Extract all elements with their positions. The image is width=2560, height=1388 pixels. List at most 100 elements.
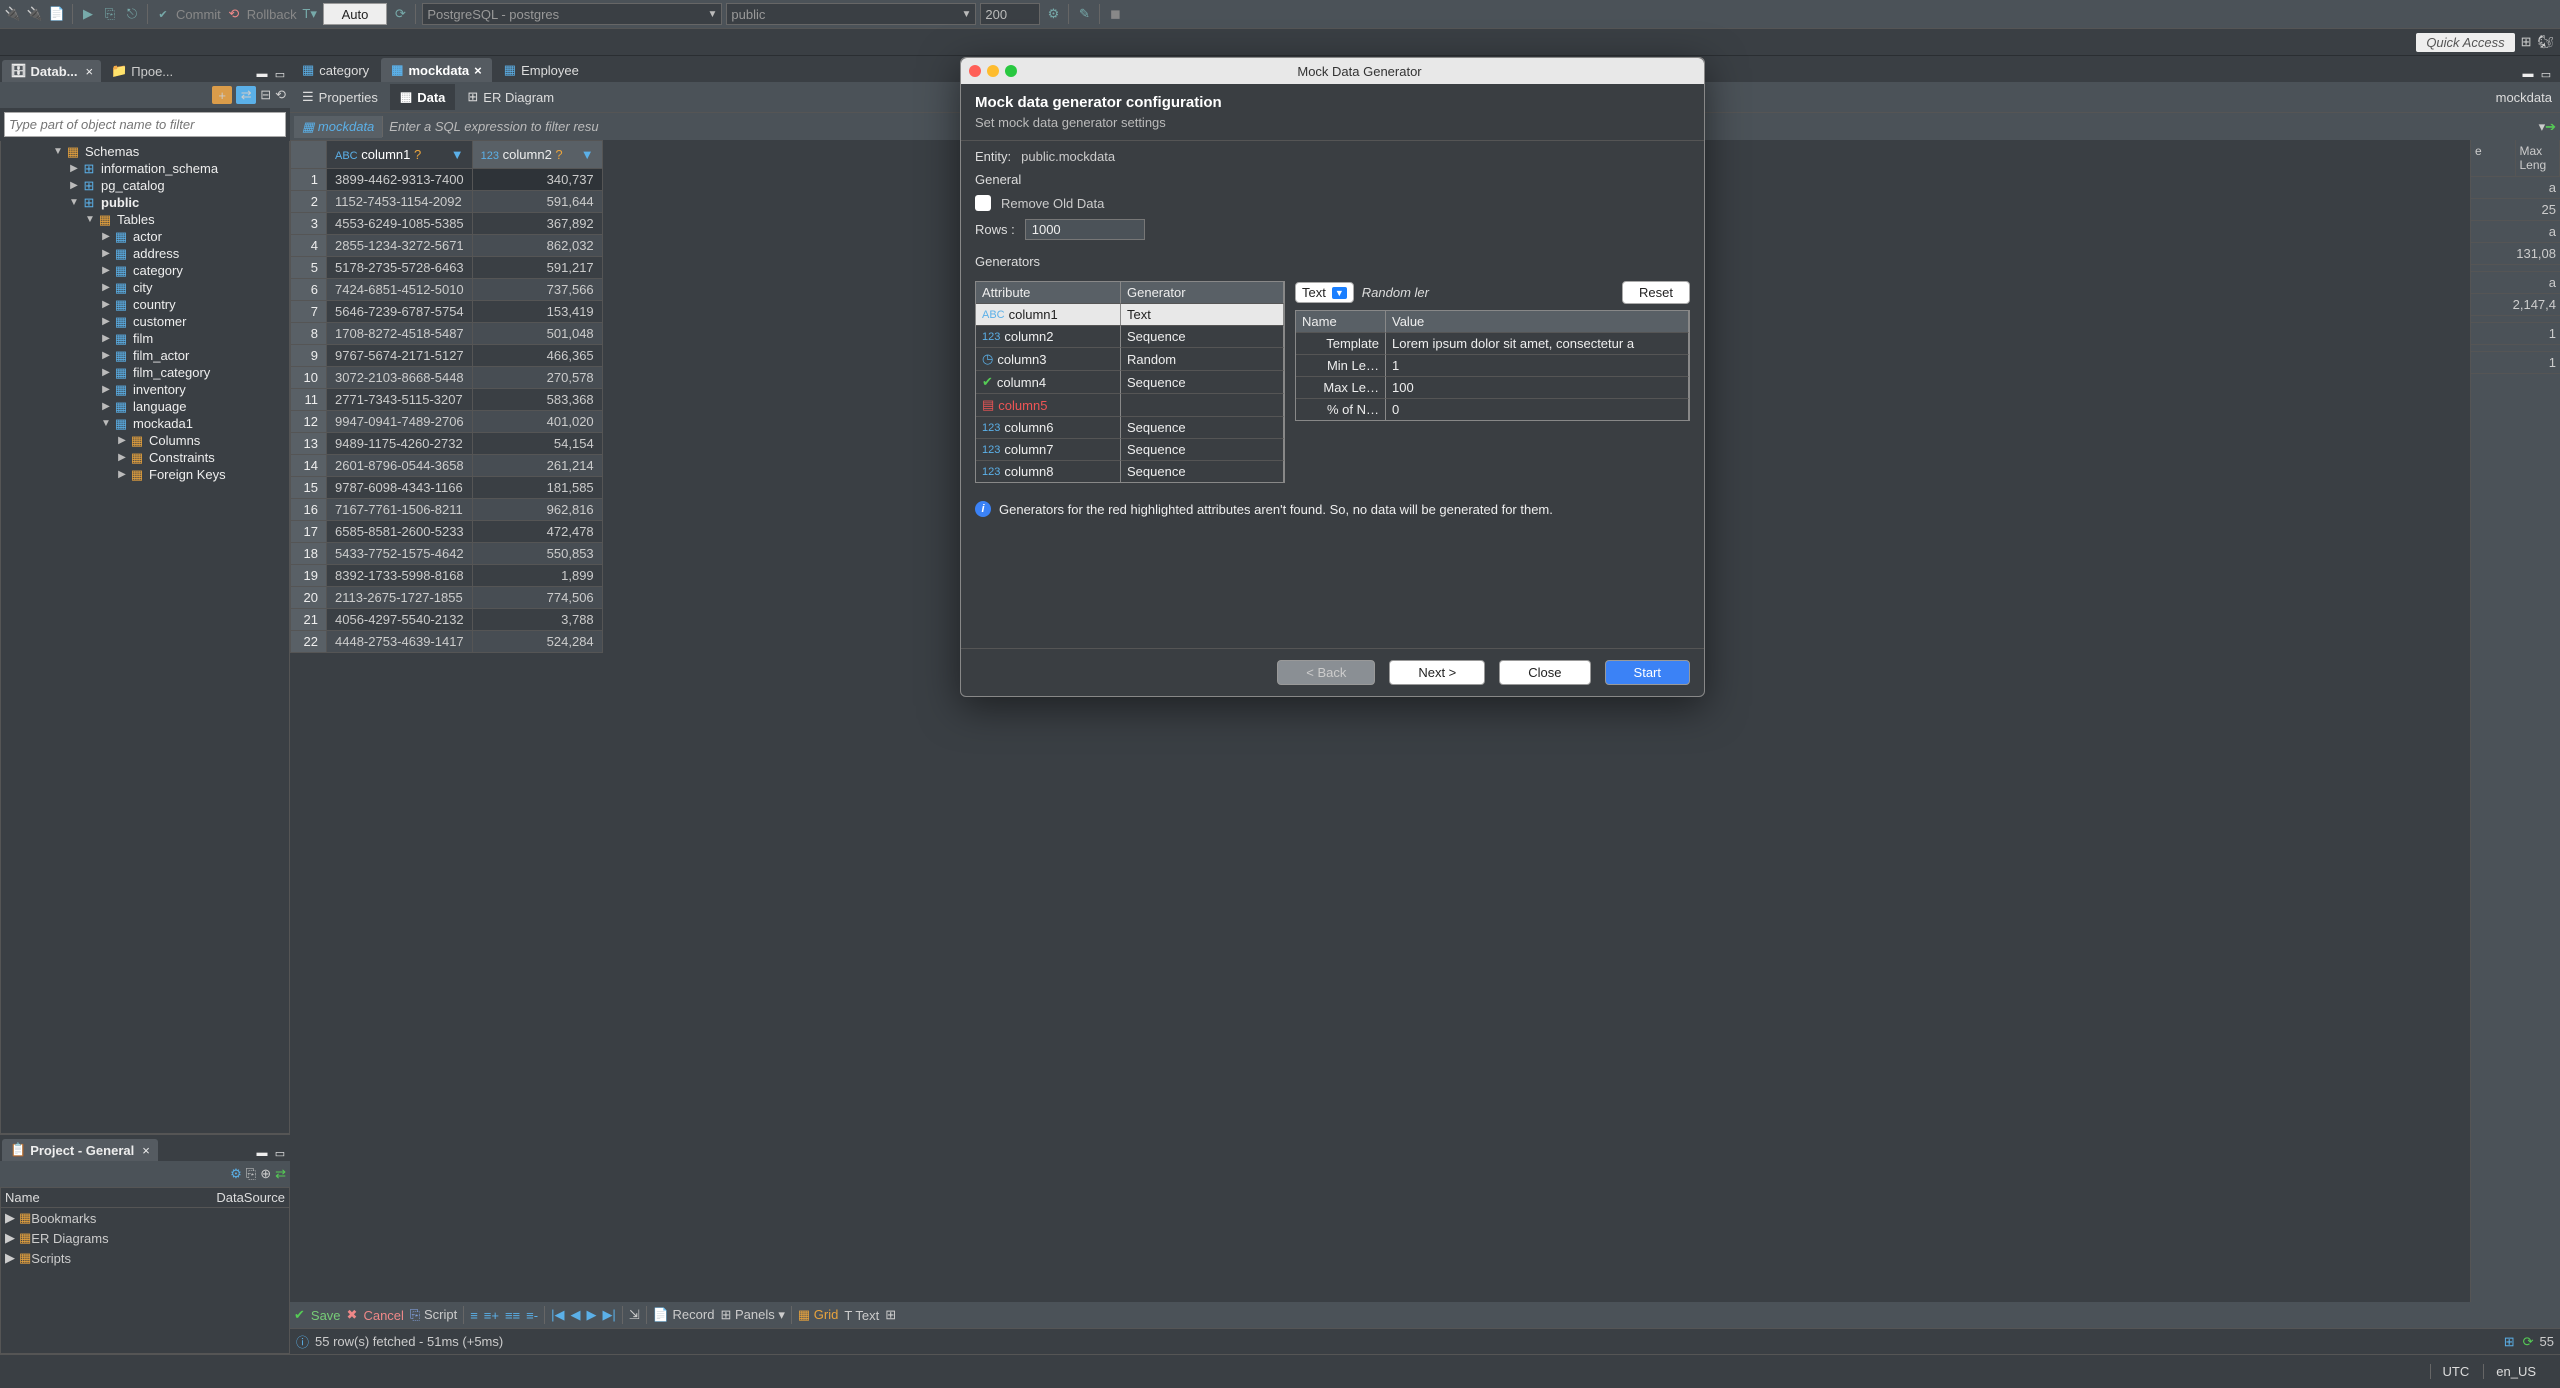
tree-table-film_actor[interactable]: ▶▦film_actor [1,347,289,364]
gear-icon[interactable]: ⚙ [230,1166,242,1182]
script-button[interactable]: ⎘ Script [410,1307,457,1323]
grid-view-button[interactable]: ▦ Grid [798,1307,838,1323]
tab-projects[interactable]: 📁 Прое... [103,60,181,82]
quick-access-button[interactable]: Quick Access [2416,33,2514,52]
rows-limit-input[interactable]: 200 [980,3,1040,25]
text-view-button[interactable]: T Text [844,1308,879,1323]
prev-icon[interactable]: ◀ [570,1307,580,1323]
table-row[interactable]: 99767-5674-2171-5127466,365 [291,345,603,367]
tree-table-actor[interactable]: ▶▦actor [1,228,289,245]
first-icon[interactable]: |◀ [551,1307,564,1323]
refresh-icon[interactable]: ⟳ [391,5,409,23]
save-button[interactable]: Save [311,1308,341,1323]
column-header-2[interactable]: 123 column2 ▼? [472,141,602,169]
generator-row-column6[interactable]: 123column6Sequence [976,416,1284,438]
generator-row-column1[interactable]: ABCcolumn1Text [976,303,1284,325]
tree-pg-catalog[interactable]: ▶⊞pg_catalog [1,177,289,194]
link-icon[interactable]: ⇄ [236,86,256,104]
generator-row-column4[interactable]: ✔column4Sequence [976,370,1284,393]
remove-old-checkbox[interactable] [975,195,991,211]
maximize-icon[interactable]: ▭ [272,1145,288,1161]
prop-row[interactable]: % of N…0 [1296,398,1689,420]
table-row[interactable]: 34553-6249-1085-5385367,892 [291,213,603,235]
dbeaver-icon[interactable]: 🐿 [2537,34,2554,50]
next-button[interactable]: Next > [1389,660,1485,685]
generator-row-column3[interactable]: ◷column3Random [976,347,1284,370]
tree-table-city[interactable]: ▶▦city [1,279,289,296]
column-header-1[interactable]: ABC column1 ▼? [327,141,473,169]
sql-icon[interactable]: 📄 [48,5,66,23]
exec-script-icon[interactable]: ⎘ [101,5,119,23]
table-row[interactable]: 142601-8796-0544-3658261,214 [291,455,603,477]
cancel-icon[interactable]: ✖ [347,1307,358,1323]
close-window-icon[interactable] [969,65,981,77]
edit-row-icon[interactable]: ≡ [470,1308,478,1323]
table-row[interactable]: 185433-7752-1575-4642550,853 [291,543,603,565]
minimize-window-icon[interactable] [987,65,999,77]
tree-table-country[interactable]: ▶▦country [1,296,289,313]
generator-row-column7[interactable]: 123column7Sequence [976,438,1284,460]
tree-table-address[interactable]: ▶▦address [1,245,289,262]
tree-public[interactable]: ▼⊞public [1,194,289,211]
tab-mockdata[interactable]: ▦mockdata× [381,58,492,82]
add-icon[interactable]: ⊕ [260,1166,271,1182]
connection-combo[interactable]: PostgreSQL - postgres▼ [422,3,722,25]
tree-table-customer[interactable]: ▶▦customer [1,313,289,330]
tree-columns[interactable]: ▶▦Columns [1,432,289,449]
table-row[interactable]: 81708-8272-4518-5487501,048 [291,323,603,345]
tree-table-inventory[interactable]: ▶▦inventory [1,381,289,398]
tab-database-navigator[interactable]: 🗄 Datab... × [2,60,101,82]
maximize-icon[interactable]: ▭ [2538,66,2554,82]
minimize-icon[interactable]: ▬ [2520,66,2536,82]
disconnect-icon[interactable]: 🔌 [26,5,44,23]
save-icon[interactable]: ✔ [294,1307,305,1323]
tree-foreign-keys[interactable]: ▶▦Foreign Keys [1,466,289,483]
project-bookmarks[interactable]: ▶▦Bookmarks [1,1208,289,1228]
table-row[interactable]: 224448-2753-4639-1417524,284 [291,631,603,653]
reset-button[interactable]: Reset [1622,281,1690,304]
table-row[interactable]: 21152-7453-1154-2092591,644 [291,191,603,213]
rollback-icon[interactable]: ⟲ [225,5,243,23]
table-row[interactable]: 214056-4297-5540-21323,788 [291,609,603,631]
close-icon[interactable]: × [142,1143,150,1158]
zoom-window-icon[interactable] [1005,65,1017,77]
subtab-data[interactable]: ▦Data [390,84,455,110]
tab-employee[interactable]: ▦Employee [494,58,589,82]
generator-type-select[interactable]: Text▼ [1295,282,1354,303]
copy-icon[interactable]: ⎘ [246,1166,256,1182]
navigator-tree[interactable]: ▼▦Schemas ▶⊞information_schema ▶⊞pg_cata… [0,141,290,1134]
table-crumb[interactable]: ▦ mockdata [294,116,382,138]
export-icon[interactable]: ⇲ [629,1307,640,1323]
subtab-properties[interactable]: ☰Properties [292,84,388,110]
del-row-icon[interactable]: ≡- [526,1308,538,1323]
table-row[interactable]: 103072-2103-8668-5448270,578 [291,367,603,389]
minimize-icon[interactable]: ▬ [254,66,270,82]
table-row[interactable]: 67424-6851-4512-5010737,566 [291,279,603,301]
start-button[interactable]: Start [1605,660,1690,685]
close-button[interactable]: Close [1499,660,1590,685]
record-button[interactable]: 📄 Record [653,1307,715,1323]
tx-mode-icon[interactable]: T▾ [301,5,319,23]
table-row[interactable]: 198392-1733-5998-81681,899 [291,565,603,587]
project-scripts[interactable]: ▶▦Scripts [1,1248,289,1268]
tab-category[interactable]: ▦category [292,58,379,82]
cancel-button[interactable]: Cancel [363,1308,403,1323]
refresh-tree-icon[interactable]: ⟲ [275,87,286,103]
table-row[interactable]: 167167-7761-1506-8211962,816 [291,499,603,521]
close-icon[interactable]: × [474,63,482,78]
new-conn-icon[interactable]: + [212,86,232,104]
prop-row[interactable]: Max Le…100 [1296,376,1689,398]
settings-icon[interactable]: ⚙ [1044,5,1062,23]
dialog-titlebar[interactable]: Mock Data Generator [961,58,1704,84]
rollback-label[interactable]: Rollback [247,7,297,22]
generator-row-column5[interactable]: ▤column5 [976,393,1284,416]
minimize-icon[interactable]: ▬ [254,1145,270,1161]
dup-row-icon[interactable]: ≡≡ [505,1308,520,1323]
edit-icon[interactable]: ✎ [1075,5,1093,23]
commit-icon[interactable]: ✔ [154,5,172,23]
tree-table-language[interactable]: ▶▦language [1,398,289,415]
tree-schemas[interactable]: ▼▦Schemas [1,143,289,160]
tree-table-film[interactable]: ▶▦film [1,330,289,347]
project-er-diagrams[interactable]: ▶▦ER Diagrams [1,1228,289,1248]
tree-filter-input[interactable] [4,112,286,137]
